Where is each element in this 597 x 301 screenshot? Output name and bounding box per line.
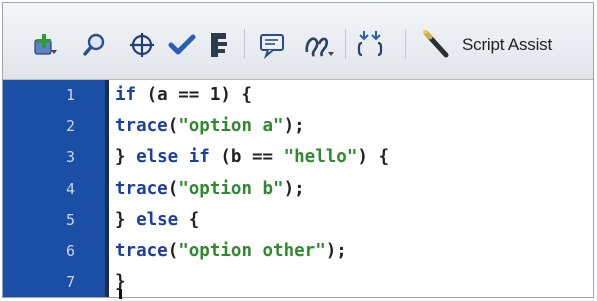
line-number: 4 bbox=[65, 179, 75, 198]
code-token: trace bbox=[115, 178, 168, 199]
code-token: "option b" bbox=[178, 178, 284, 199]
line-number: 2 bbox=[65, 117, 75, 136]
target-icon[interactable] bbox=[125, 27, 159, 63]
code-token: ) { bbox=[357, 147, 389, 168]
line-number: 7 bbox=[65, 273, 75, 292]
code-token: trace bbox=[115, 116, 168, 137]
code-token: ); bbox=[325, 241, 347, 261]
code-token: { bbox=[178, 209, 200, 230]
code-token: } bbox=[115, 147, 137, 168]
code-line[interactable]: trace("option b"); bbox=[115, 174, 305, 205]
code-token: ( bbox=[167, 178, 179, 199]
code-line[interactable]: trace("option other"); bbox=[115, 236, 347, 267]
code-token: } bbox=[115, 209, 137, 230]
code-hint-icon[interactable] bbox=[255, 27, 291, 63]
code-line[interactable]: if (a == 1) { bbox=[115, 80, 252, 111]
code-line[interactable]: } else if (b == "hello") { bbox=[115, 142, 389, 173]
debug-options-icon[interactable] bbox=[300, 27, 338, 63]
actions-panel: Script Assist 1 if (a == 1) {2 trace("opti… bbox=[2, 2, 594, 299]
code-token: "option a" bbox=[178, 116, 284, 137]
code-token: else bbox=[136, 209, 179, 230]
code-token: "hello" bbox=[283, 147, 358, 168]
code-token: ( bbox=[167, 116, 179, 137]
code-token: ( bbox=[167, 241, 179, 261]
code-token: ); bbox=[283, 178, 305, 199]
add-statement-icon[interactable] bbox=[29, 27, 63, 63]
line-number: 1 bbox=[65, 86, 75, 104]
editor-toolbar: Script Assist bbox=[3, 3, 593, 80]
magic-wand-icon bbox=[423, 30, 449, 58]
script-assist-label: Script Assist bbox=[462, 35, 552, 54]
collapse-icon[interactable] bbox=[353, 27, 387, 63]
gutter-divider bbox=[105, 80, 109, 297]
code-line[interactable]: } else { bbox=[115, 205, 199, 236]
code-token: trace bbox=[115, 241, 168, 261]
line-number: 3 bbox=[65, 148, 75, 167]
line-number: 6 bbox=[65, 242, 75, 260]
code-token: "option other" bbox=[178, 241, 326, 261]
check-syntax-icon[interactable] bbox=[165, 27, 199, 63]
code-token: else if bbox=[136, 147, 210, 168]
find-icon[interactable] bbox=[78, 27, 112, 63]
auto-format-icon[interactable] bbox=[204, 27, 234, 63]
code-token: (a == 1) { bbox=[136, 85, 252, 105]
code-token: (b == bbox=[209, 147, 284, 168]
code-token: if bbox=[115, 85, 137, 105]
code-token: ); bbox=[283, 116, 305, 137]
line-number: 5 bbox=[65, 210, 75, 229]
script-assist-button[interactable]: Script Assist bbox=[420, 27, 552, 63]
text-cursor bbox=[119, 289, 122, 299]
code-line[interactable]: trace("option a"); bbox=[115, 111, 305, 142]
